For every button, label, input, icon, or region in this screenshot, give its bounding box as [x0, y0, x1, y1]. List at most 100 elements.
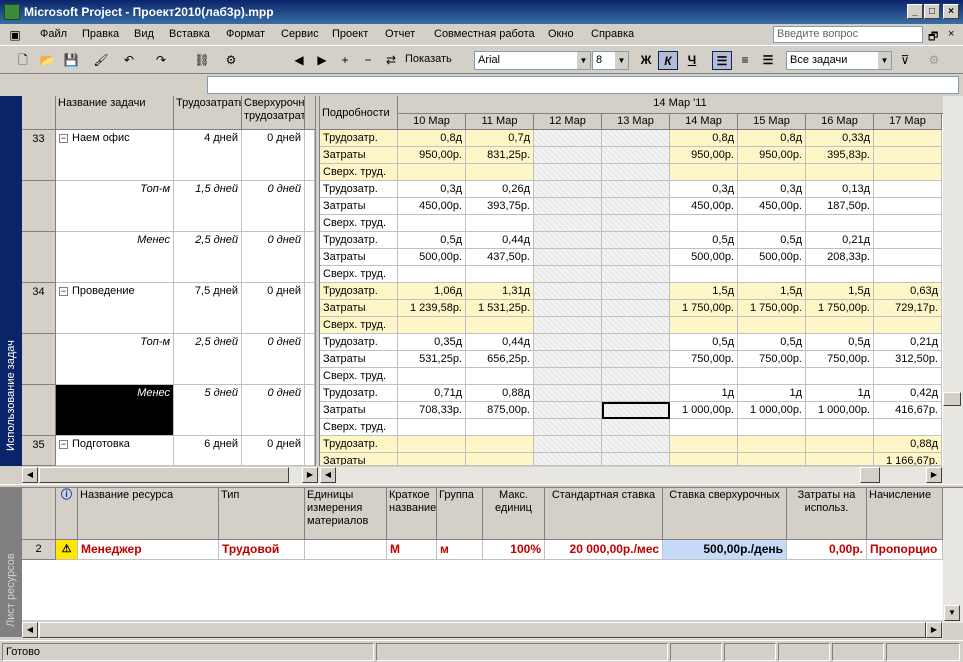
outline-minus-icon[interactable]: − [359, 51, 377, 69]
detail-label[interactable]: Затраты [320, 300, 398, 317]
detail-label[interactable]: Трудозатр. [320, 130, 398, 147]
menu-file[interactable]: Файл [40, 28, 67, 40]
timephased-cell[interactable] [602, 130, 670, 147]
timephased-cell[interactable]: 500,00р. [738, 249, 806, 266]
timephased-cell[interactable] [534, 351, 602, 368]
detail-label[interactable]: Трудозатр. [320, 181, 398, 198]
timephased-cell[interactable] [534, 368, 602, 385]
timephased-cell[interactable]: 0,5д [738, 232, 806, 249]
detail-label[interactable]: Трудозатр. [320, 436, 398, 453]
link-icon[interactable]: ⛓ [193, 51, 211, 69]
timephased-cell[interactable] [874, 215, 942, 232]
view-bar-task-usage[interactable]: Использование задач [0, 96, 22, 466]
timephased-cell[interactable]: 0,5д [806, 334, 874, 351]
timephased-cell[interactable]: 1,31д [466, 283, 534, 300]
day-header[interactable]: 17 Мар [874, 114, 942, 130]
timephased-cell[interactable]: 0,33д [806, 130, 874, 147]
menu-report[interactable]: Отчет [385, 28, 415, 40]
timephased-cell[interactable] [806, 266, 874, 283]
task-v-scrollbar[interactable] [943, 96, 963, 484]
timephased-cell[interactable] [738, 453, 806, 466]
timephased-cell[interactable]: 1 531,25р. [466, 300, 534, 317]
timephased-cell[interactable] [398, 164, 466, 181]
timephased-cell[interactable] [874, 266, 942, 283]
font-select[interactable]: Arial ▼ [474, 51, 591, 70]
overtime-cell[interactable]: 0 дней [242, 334, 305, 385]
timephased-cell[interactable] [874, 317, 942, 334]
col-group[interactable]: Группа [437, 488, 483, 540]
timephased-cell[interactable]: 950,00р. [738, 147, 806, 164]
app-icon[interactable] [4, 4, 20, 20]
timephased-cell[interactable]: 1 750,00р. [806, 300, 874, 317]
res-material-cell[interactable] [305, 540, 387, 560]
open-icon[interactable]: 📂 [38, 51, 56, 69]
timephased-cell[interactable]: 393,75р. [466, 198, 534, 215]
menu-format[interactable]: Формат [226, 28, 265, 40]
row-number[interactable]: 34 [22, 283, 56, 334]
autofilter-icon[interactable]: ⊽ [896, 51, 914, 69]
timephased-cell[interactable]: 0,26д [466, 181, 534, 198]
day-header[interactable]: 10 Мар [398, 114, 466, 130]
task-grid-h-scrollbar[interactable]: ◀ ▶ [22, 467, 320, 484]
details-header[interactable]: Подробности [320, 96, 398, 130]
timephased-cell[interactable]: 0,21д [806, 232, 874, 249]
timephased-cell[interactable] [806, 164, 874, 181]
timephased-cell[interactable]: 450,00р. [738, 198, 806, 215]
timephased-cell[interactable] [398, 317, 466, 334]
timephased-cell[interactable] [670, 419, 738, 436]
redo-icon[interactable]: ↷ [152, 51, 170, 69]
minimize-button[interactable]: _ [907, 4, 923, 19]
timephased-cell[interactable] [534, 436, 602, 453]
timephased-cell[interactable] [534, 147, 602, 164]
timephased-cell[interactable]: 656,25р. [466, 351, 534, 368]
timephased-cell[interactable] [602, 249, 670, 266]
timephased-cell[interactable]: 1 166,67р. [874, 453, 942, 466]
timephased-cell[interactable] [738, 266, 806, 283]
timescale-h-scrollbar[interactable]: ◀ ▶ [320, 467, 943, 484]
row-number[interactable]: 33 [22, 130, 56, 181]
timephased-cell[interactable]: 450,00р. [670, 198, 738, 215]
timephased-cell[interactable] [398, 453, 466, 466]
work-cell[interactable]: 6 дней [174, 436, 242, 466]
timephased-cell[interactable] [738, 317, 806, 334]
detail-label[interactable]: Сверх. труд. [320, 215, 398, 232]
timephased-cell[interactable]: 437,50р. [466, 249, 534, 266]
timephased-cell[interactable]: 1д [806, 385, 874, 402]
timephased-cell[interactable] [874, 164, 942, 181]
timephased-cell[interactable]: 0,88д [874, 436, 942, 453]
timephased-cell[interactable]: 0,71д [398, 385, 466, 402]
timephased-cell[interactable] [534, 419, 602, 436]
collapse-icon[interactable]: − [59, 440, 68, 449]
timephased-cell[interactable]: 1,5д [806, 283, 874, 300]
menu-edit[interactable]: Правка [82, 28, 119, 40]
select-all-corner[interactable] [22, 96, 56, 130]
timephased-cell[interactable]: 0,63д [874, 283, 942, 300]
col-std-rate[interactable]: Стандартная ставка [545, 488, 663, 540]
timephased-cell[interactable]: 0,35д [398, 334, 466, 351]
timephased-cell[interactable]: 708,33р. [398, 402, 466, 419]
timephased-cell[interactable] [874, 147, 942, 164]
timephased-cell[interactable] [670, 436, 738, 453]
timephased-cell[interactable]: 0,44д [466, 232, 534, 249]
scroll-left-arrow[interactable]: ◀ [22, 622, 38, 638]
week-header[interactable]: 14 Мар '11 [398, 96, 963, 114]
close-button[interactable]: × [943, 4, 959, 19]
timephased-cell[interactable]: 729,17р. [874, 300, 942, 317]
timephased-cell[interactable] [466, 436, 534, 453]
timephased-cell[interactable] [602, 147, 670, 164]
overtime-cell[interactable]: 0 дней [242, 181, 305, 232]
col-accrue[interactable]: Начисление [867, 488, 943, 540]
timephased-cell[interactable] [602, 436, 670, 453]
timephased-cell[interactable] [534, 266, 602, 283]
size-dropdown-icon[interactable]: ▼ [615, 52, 628, 69]
timephased-cell[interactable] [738, 436, 806, 453]
col-type[interactable]: Тип [219, 488, 305, 540]
scroll-left-icon[interactable]: ◀ [290, 51, 308, 69]
timephased-cell[interactable]: 1 750,00р. [670, 300, 738, 317]
timephased-cell[interactable] [602, 334, 670, 351]
align-right-icon[interactable]: ☰ [758, 51, 778, 70]
timephased-cell[interactable] [466, 317, 534, 334]
timephased-cell[interactable] [466, 453, 534, 466]
task-name-cell[interactable]: Топ-м [56, 181, 174, 232]
timephased-cell[interactable] [466, 419, 534, 436]
